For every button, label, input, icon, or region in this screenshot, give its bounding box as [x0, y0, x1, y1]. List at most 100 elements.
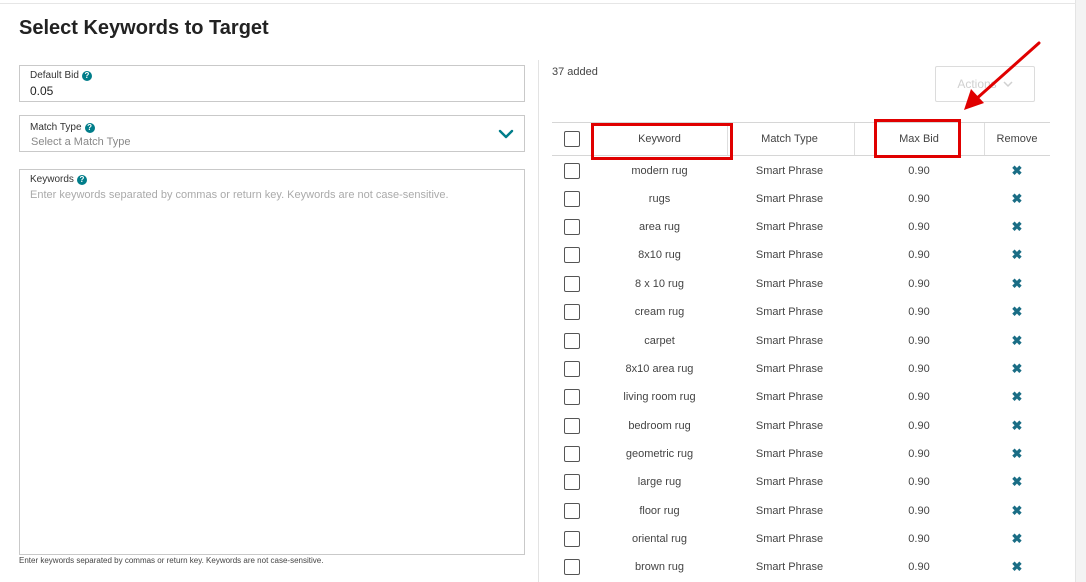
max-bid-cell[interactable]: 0.90: [854, 241, 984, 269]
remove-cell: ✖: [984, 440, 1050, 468]
row-select-cell: [552, 185, 592, 213]
row-select-cell: [552, 440, 592, 468]
max-bid-highlight-box: [874, 119, 961, 158]
header-match-type[interactable]: Match Type: [727, 123, 852, 155]
row-checkbox[interactable]: [564, 361, 580, 377]
row-checkbox[interactable]: [564, 418, 580, 434]
keyword-cell: rugs: [648, 193, 671, 205]
chevron-down-icon[interactable]: [498, 126, 514, 142]
row-checkbox[interactable]: [564, 333, 580, 349]
close-icon[interactable]: ✖: [1012, 361, 1023, 377]
close-icon[interactable]: ✖: [1012, 418, 1023, 434]
card-top-border: [0, 3, 1076, 4]
row-checkbox[interactable]: [564, 474, 580, 490]
row-select-cell: [552, 497, 592, 525]
max-bid-cell[interactable]: 0.90: [854, 412, 984, 440]
max-bid-cell[interactable]: 0.90: [854, 213, 984, 241]
row-checkbox[interactable]: [564, 163, 580, 179]
keywords-hint: Enter keywords separated by commas or re…: [19, 556, 324, 565]
max-bid-cell[interactable]: 0.90: [854, 157, 984, 185]
max-bid-cell[interactable]: 0.90: [854, 327, 984, 355]
max-bid-cell[interactable]: 0.90: [854, 270, 984, 298]
keyword-highlight-box: [591, 123, 733, 160]
row-checkbox[interactable]: [564, 559, 580, 575]
row-checkbox[interactable]: [564, 503, 580, 519]
close-icon[interactable]: ✖: [1012, 474, 1023, 490]
match-type-cell: Smart Phrase: [755, 278, 824, 290]
max-bid-cell[interactable]: 0.90: [854, 440, 984, 468]
match-type-placeholder: Select a Match Type: [31, 136, 131, 148]
max-bid-cell[interactable]: 0.90: [854, 383, 984, 411]
default-bid-field[interactable]: Default Bid ? 0.05: [19, 65, 525, 102]
close-icon[interactable]: ✖: [1012, 333, 1023, 349]
row-checkbox[interactable]: [564, 191, 580, 207]
close-icon[interactable]: ✖: [1012, 276, 1023, 292]
row-select-cell: [552, 298, 592, 326]
keyword-targeting-card: Select Keywords to Target Default Bid ? …: [0, 0, 1076, 582]
remove-cell: ✖: [984, 270, 1050, 298]
keywords-field[interactable]: Keywords ?: [19, 169, 525, 555]
keywords-textarea[interactable]: [30, 189, 510, 549]
close-icon[interactable]: ✖: [1012, 163, 1023, 179]
table-row: 8 x 10 rug Smart Phrase 0.90 ✖: [552, 270, 1050, 298]
close-icon[interactable]: ✖: [1012, 531, 1023, 547]
help-icon[interactable]: ?: [81, 70, 92, 81]
match-type-cell: Smart Phrase: [755, 391, 824, 403]
row-checkbox[interactable]: [564, 219, 580, 235]
close-icon[interactable]: ✖: [1012, 191, 1023, 207]
close-icon[interactable]: ✖: [1012, 559, 1023, 575]
table-row: bedroom rug Smart Phrase 0.90 ✖: [552, 412, 1050, 440]
row-checkbox[interactable]: [564, 247, 580, 263]
match-type-cell: Smart Phrase: [755, 448, 824, 460]
close-icon[interactable]: ✖: [1012, 219, 1023, 235]
keywords-label: Keywords: [30, 174, 74, 185]
close-icon[interactable]: ✖: [1012, 247, 1023, 263]
row-checkbox[interactable]: [564, 389, 580, 405]
remove-cell: ✖: [984, 355, 1050, 383]
max-bid-cell[interactable]: 0.90: [854, 525, 984, 553]
default-bid-input[interactable]: 0.05: [30, 84, 53, 98]
close-icon[interactable]: ✖: [1012, 304, 1023, 320]
help-icon[interactable]: ?: [76, 174, 87, 185]
row-checkbox[interactable]: [564, 531, 580, 547]
remove-cell: ✖: [984, 412, 1050, 440]
row-checkbox[interactable]: [564, 304, 580, 320]
help-icon[interactable]: ?: [84, 122, 95, 133]
keyword-cell: living room rug: [623, 391, 696, 403]
table-row: large rug Smart Phrase 0.90 ✖: [552, 468, 1050, 496]
keyword-cell: area rug: [639, 221, 680, 233]
match-type-cell: Smart Phrase: [755, 533, 824, 545]
table-row: 8x10 area rug Smart Phrase 0.90 ✖: [552, 355, 1050, 383]
max-bid-cell[interactable]: 0.90: [854, 468, 984, 496]
max-bid-cell[interactable]: 0.90: [854, 298, 984, 326]
select-all-checkbox[interactable]: [564, 131, 580, 147]
match-type-cell: Smart Phrase: [755, 476, 824, 488]
match-type-cell: Smart Phrase: [755, 561, 824, 573]
max-bid-cell[interactable]: 0.90: [854, 553, 984, 581]
row-checkbox[interactable]: [564, 276, 580, 292]
remove-cell: ✖: [984, 383, 1050, 411]
match-type-cell: Smart Phrase: [755, 221, 824, 233]
close-icon[interactable]: ✖: [1012, 503, 1023, 519]
match-type-cell: Smart Phrase: [755, 505, 824, 517]
match-type-cell: Smart Phrase: [755, 193, 824, 205]
keyword-cell: geometric rug: [625, 448, 694, 460]
column-divider: [538, 60, 539, 582]
match-type-cell: Smart Phrase: [755, 363, 824, 375]
row-select-cell: [552, 468, 592, 496]
match-type-cell: Smart Phrase: [755, 420, 824, 432]
match-type-select[interactable]: Match Type ? Select a Match Type: [19, 115, 525, 152]
default-bid-label-wrap: Default Bid ?: [30, 70, 92, 81]
keyword-cell: cream rug: [634, 306, 685, 318]
table-row: area rug Smart Phrase 0.90 ✖: [552, 213, 1050, 241]
max-bid-cell[interactable]: 0.90: [854, 497, 984, 525]
table-row: 8x10 rug Smart Phrase 0.90 ✖: [552, 241, 1050, 269]
max-bid-cell[interactable]: 0.90: [854, 355, 984, 383]
max-bid-cell[interactable]: 0.90: [854, 185, 984, 213]
match-type-label: Match Type: [30, 122, 82, 133]
row-checkbox[interactable]: [564, 446, 580, 462]
keyword-cell: 8x10 area rug: [625, 363, 694, 375]
close-icon[interactable]: ✖: [1012, 389, 1023, 405]
close-icon[interactable]: ✖: [1012, 446, 1023, 462]
default-bid-label: Default Bid: [30, 70, 79, 81]
